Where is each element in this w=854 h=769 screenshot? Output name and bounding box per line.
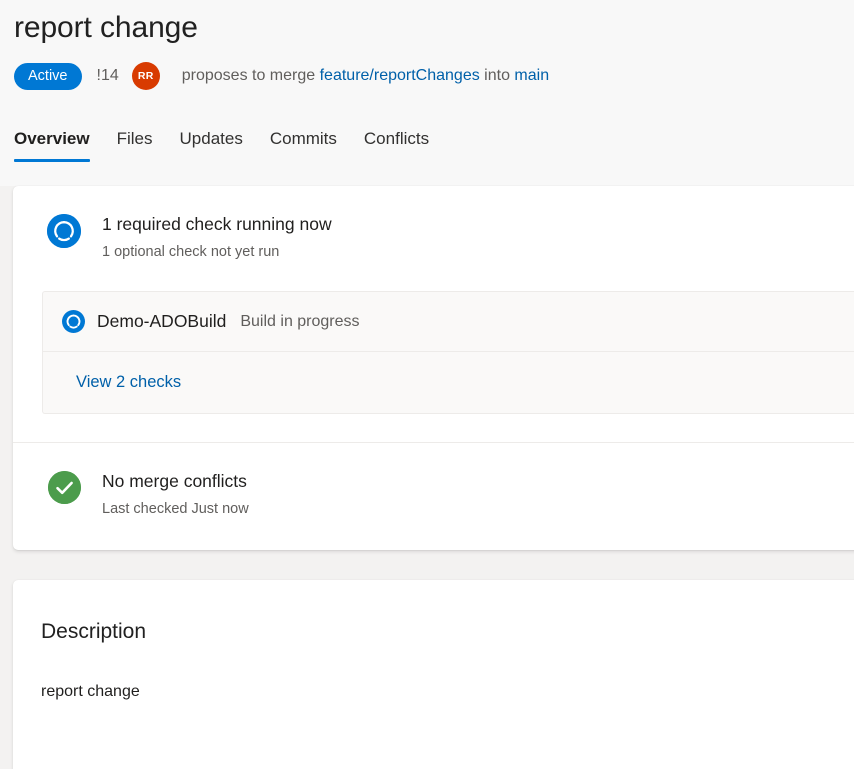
description-heading: Description bbox=[13, 580, 854, 646]
merge-conflicts-text: No merge conflicts Last checked Just now bbox=[102, 469, 249, 519]
source-branch-link[interactable]: feature/reportChanges bbox=[320, 67, 480, 84]
tab-bar: Overview Files Updates Commits Conflicts bbox=[14, 114, 854, 162]
merge-conflicts-row: No merge conflicts Last checked Just now bbox=[13, 443, 854, 550]
description-body: report change bbox=[13, 646, 854, 703]
pull-request-page: report change Active !14 RR proposes to … bbox=[0, 0, 854, 769]
pull-request-header: report change Active !14 RR proposes to … bbox=[0, 0, 854, 186]
check-status: Build in progress bbox=[240, 313, 359, 331]
merge-middle-text: into bbox=[484, 67, 510, 84]
checks-list-box: Demo-ADOBuild Build in progress View 2 c… bbox=[42, 291, 854, 414]
check-list-item[interactable]: Demo-ADOBuild Build in progress bbox=[43, 292, 854, 351]
tab-updates-label: Updates bbox=[180, 129, 243, 148]
pull-request-meta: Active !14 RR proposes to merge feature/… bbox=[14, 61, 854, 91]
page-title: report change bbox=[14, 0, 854, 48]
tab-commits-label: Commits bbox=[270, 129, 337, 148]
spinner-running-icon bbox=[47, 214, 81, 248]
view-checks-link[interactable]: View 2 checks bbox=[76, 373, 181, 392]
merge-prefix-text: proposes to merge bbox=[182, 67, 315, 84]
checks-footer: View 2 checks bbox=[43, 352, 854, 413]
avatar[interactable]: RR bbox=[132, 62, 160, 90]
checks-summary-row: 1 required check running now 1 optional … bbox=[13, 186, 854, 262]
checks-summary-title: 1 required check running now bbox=[102, 212, 332, 236]
checks-summary-icon-wrap bbox=[46, 212, 82, 248]
tab-overview[interactable]: Overview bbox=[14, 128, 90, 162]
merge-conflicts-icon-wrap bbox=[46, 469, 82, 504]
tab-commits[interactable]: Commits bbox=[270, 128, 337, 162]
target-branch-link[interactable]: main bbox=[514, 67, 549, 84]
status-card: 1 required check running now 1 optional … bbox=[13, 186, 854, 550]
status-badge: Active bbox=[14, 63, 82, 90]
merge-description: proposes to merge feature/reportChanges … bbox=[182, 67, 549, 85]
tab-files[interactable]: Files bbox=[117, 128, 153, 162]
merge-conflicts-title: No merge conflicts bbox=[102, 469, 249, 493]
tab-updates[interactable]: Updates bbox=[180, 128, 243, 162]
checks-summary-text: 1 required check running now 1 optional … bbox=[102, 212, 332, 262]
check-name: Demo-ADOBuild bbox=[97, 311, 226, 332]
check-circle-icon bbox=[48, 471, 81, 504]
merge-conflicts-subtitle: Last checked Just now bbox=[102, 499, 249, 519]
pull-request-id: !14 bbox=[97, 67, 119, 85]
tab-conflicts[interactable]: Conflicts bbox=[364, 128, 429, 162]
tab-files-label: Files bbox=[117, 129, 153, 148]
checks-summary-subtitle: 1 optional check not yet run bbox=[102, 242, 332, 262]
spinner-running-icon bbox=[62, 310, 85, 333]
tab-conflicts-label: Conflicts bbox=[364, 129, 429, 148]
pull-request-body: 1 required check running now 1 optional … bbox=[0, 186, 854, 769]
tab-overview-label: Overview bbox=[14, 129, 90, 148]
description-card: Description report change bbox=[13, 580, 854, 769]
